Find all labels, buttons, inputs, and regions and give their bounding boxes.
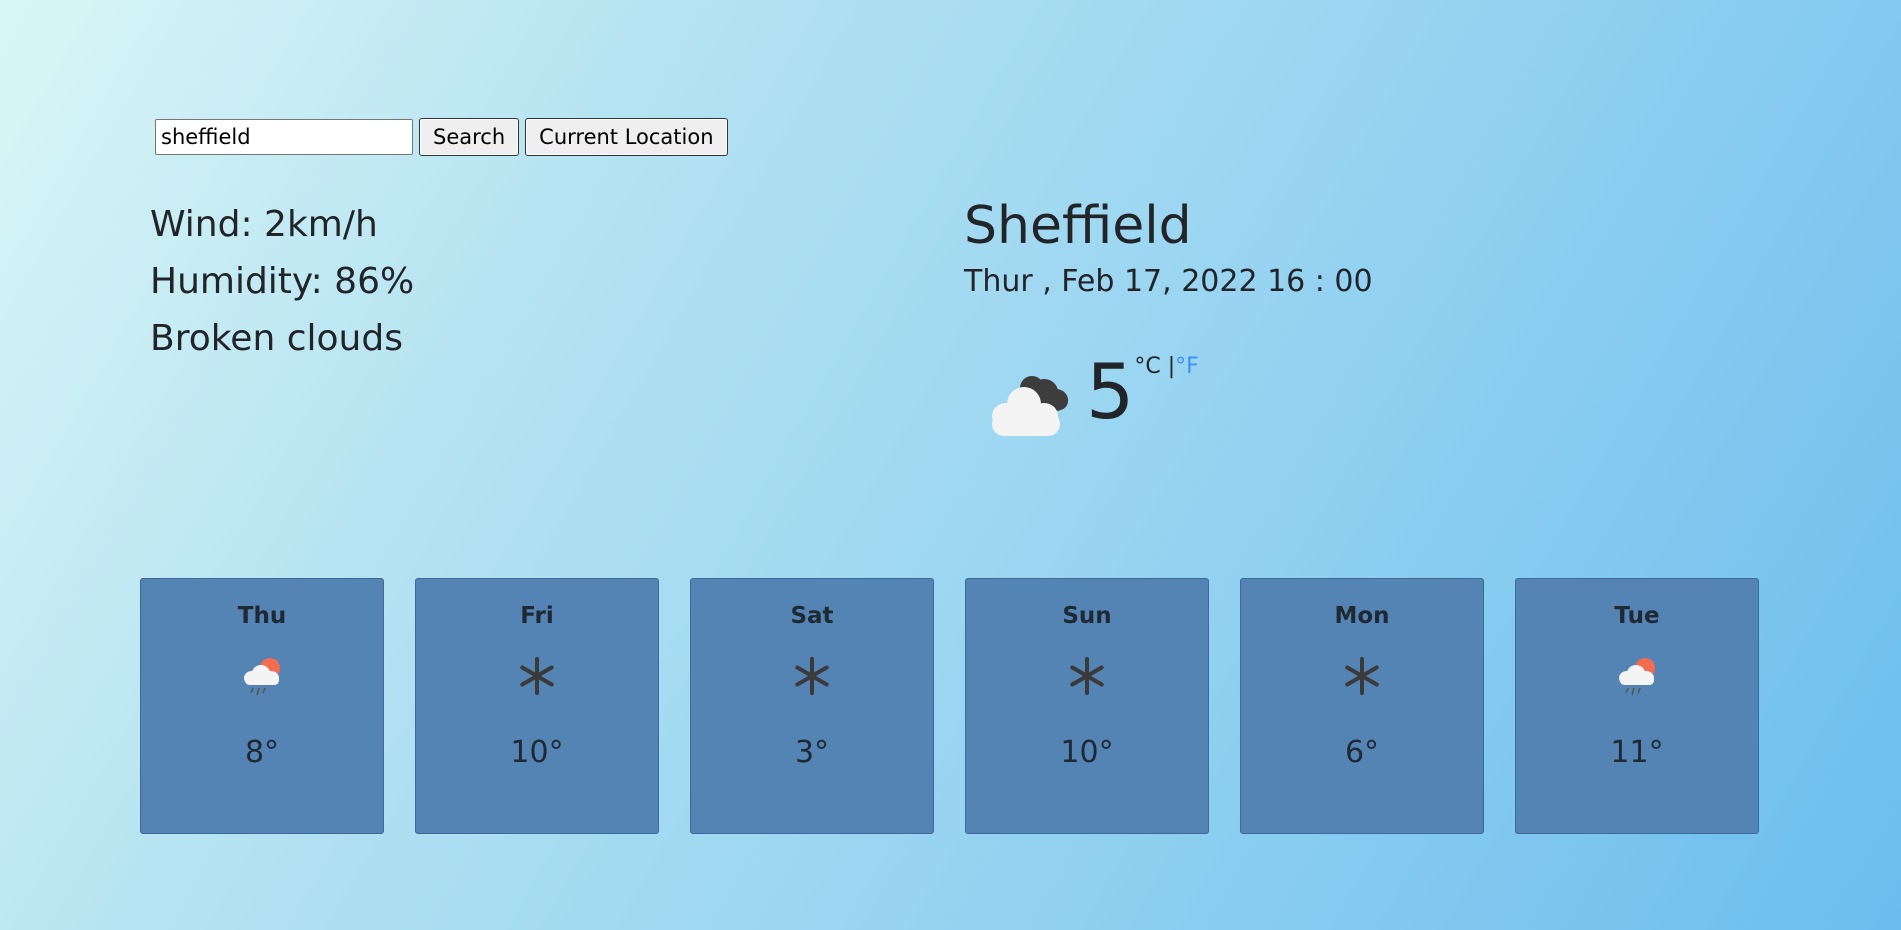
snowflake-icon	[1345, 657, 1379, 695]
forecast-card: Tue 11°	[1515, 578, 1759, 834]
forecast-card: Sun 10°	[965, 578, 1209, 834]
current-location-button[interactable]: Current Location	[525, 118, 728, 156]
forecast-day: Fri	[520, 603, 554, 629]
broken-clouds-icon	[992, 376, 1068, 436]
humidity-text: Humidity: 86%	[150, 261, 415, 302]
current-temperature: 5 °C |°F	[982, 350, 1199, 442]
snowflake-icon	[795, 657, 829, 695]
wind-text: Wind: 2km/h	[150, 204, 378, 245]
forecast-day: Mon	[1334, 603, 1390, 629]
fahrenheit-link[interactable]: °F	[1175, 354, 1199, 379]
forecast-card: Mon 6°	[1240, 578, 1484, 834]
forecast-day: Thu	[237, 603, 287, 629]
celsius-unit[interactable]: °C	[1134, 354, 1160, 379]
search-bar: Search Current Location	[155, 118, 728, 156]
forecast-card: Sat 3°	[690, 578, 934, 834]
forecast-temp: 10°	[1060, 735, 1114, 770]
forecast-card: Fri 10°	[415, 578, 659, 834]
snowflake-icon	[520, 657, 554, 695]
weather-details: Wind: 2km/h Humidity: 86% Broken clouds	[150, 196, 414, 367]
city-header: Sheffield Thur , Feb 17, 2022 16 : 00	[964, 194, 1373, 299]
forecast-list: Thu 8° Fri 10° Sat 3° Sun 10° Mon 6° Tue…	[140, 578, 1759, 834]
forecast-temp: 6°	[1344, 735, 1380, 770]
search-button[interactable]: Search	[419, 118, 520, 156]
description-text: Broken clouds	[150, 318, 403, 359]
forecast-day: Sun	[1062, 603, 1112, 629]
forecast-temp: 11°	[1610, 735, 1664, 770]
forecast-day: Sat	[790, 603, 834, 629]
rain-sun-icon	[244, 658, 280, 696]
snowflake-icon	[1070, 657, 1104, 695]
forecast-card: Thu 8°	[140, 578, 384, 834]
temperature-value: 5	[1086, 347, 1135, 436]
forecast-day: Tue	[1614, 603, 1660, 629]
city-search-input[interactable]	[155, 119, 413, 155]
city-name: Sheffield	[964, 196, 1192, 256]
date-time: Thur , Feb 17, 2022 16 : 00	[964, 264, 1373, 299]
rain-sun-icon	[1619, 658, 1655, 696]
forecast-temp: 10°	[510, 735, 564, 770]
unit-switch: °C |°F	[1134, 354, 1198, 379]
forecast-temp: 8°	[244, 735, 280, 770]
forecast-temp: 3°	[794, 735, 830, 770]
